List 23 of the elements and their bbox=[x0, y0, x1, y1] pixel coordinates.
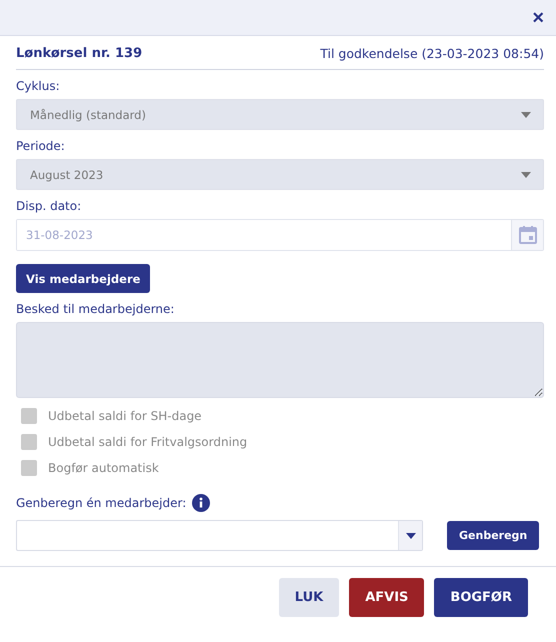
footer-button[interactable]: LUK bbox=[278, 578, 340, 617]
field-label: Besked til medarbejderne: bbox=[16, 302, 174, 316]
field-label: Genberegn én medarbejder: bbox=[16, 496, 186, 510]
footer-button[interactable]: AFVIS bbox=[349, 578, 424, 617]
status-text: Til godkendelse (23-03-2023 08:54) bbox=[320, 46, 544, 61]
close-button[interactable]: × bbox=[528, 8, 548, 28]
checkbox-label: Bogfør automatisk bbox=[48, 461, 159, 475]
show-employees-button[interactable]: Vis medarbejdere bbox=[16, 264, 150, 293]
footer-button[interactable]: BOGFØR bbox=[434, 578, 528, 617]
info-icon[interactable] bbox=[192, 494, 210, 512]
dialog-title: Lønkørsel nr. 139 bbox=[16, 46, 142, 61]
checkbox-label: Udbetal saldi for Fritvalgsordning bbox=[48, 435, 248, 449]
checkbox-label: Udbetal saldi for SH-dage bbox=[48, 409, 202, 423]
calendar-button[interactable] bbox=[511, 220, 543, 250]
calendar-icon bbox=[518, 226, 536, 244]
field-label: Disp. dato: bbox=[16, 199, 82, 213]
caret-icon bbox=[521, 172, 531, 178]
field-label: Periode: bbox=[16, 139, 65, 153]
recalculate-button[interactable]: Genberegn bbox=[447, 521, 540, 550]
caret-icon bbox=[406, 532, 416, 538]
caret-icon bbox=[521, 112, 531, 118]
employee-select[interactable] bbox=[16, 520, 423, 551]
field-label: Cyklus: bbox=[16, 79, 60, 93]
